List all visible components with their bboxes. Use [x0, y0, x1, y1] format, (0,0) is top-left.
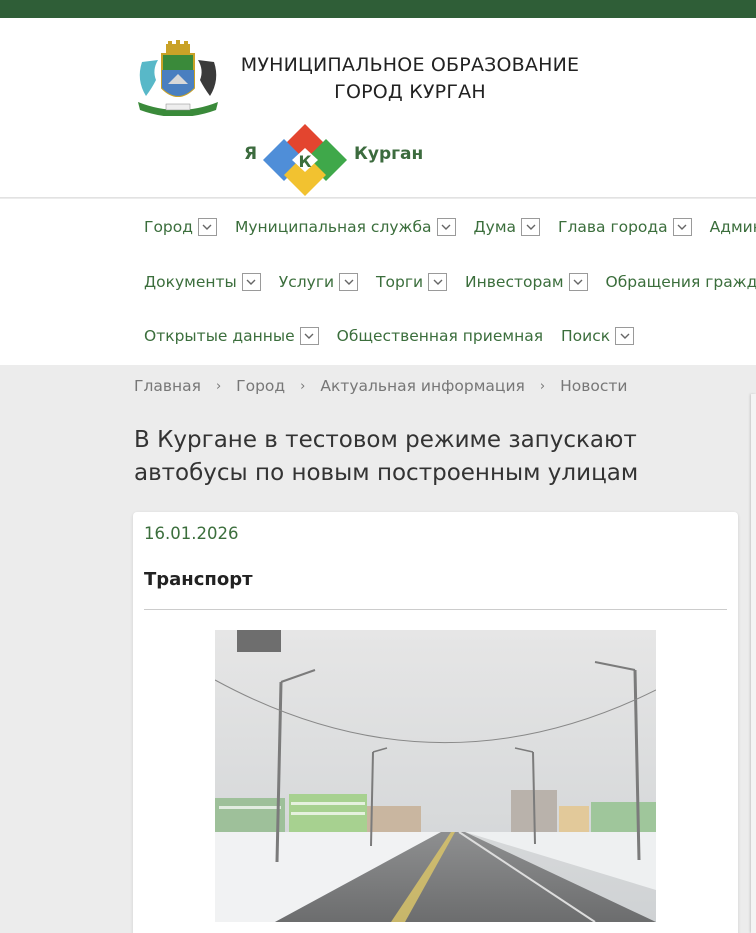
org-title[interactable]: МУНИЦИПАЛЬНОЕ ОБРАЗОВАНИЕ ГОРОД КУРГАН	[234, 52, 586, 106]
breadcrumb-separator: ›	[300, 378, 306, 394]
nav-item-city-head[interactable]: Глава города	[558, 218, 692, 236]
breadcrumb: Главная › Город › Актуальная информация …	[134, 377, 627, 395]
nav-item-duma[interactable]: Дума	[473, 218, 541, 236]
breadcrumb-home[interactable]: Главная	[134, 377, 201, 395]
chevron-down-icon[interactable]	[241, 273, 261, 291]
brand-word: Курган	[354, 144, 424, 164]
nav-item-label: Инвесторам	[465, 273, 564, 291]
nav-item-citizen-appeals[interactable]: Обращения граждан	[606, 273, 756, 291]
nav-item-label: Торги	[376, 273, 424, 291]
nav-item-label: Муниципальная служба	[234, 218, 432, 236]
article-card: 16.01.2026 Транспорт	[133, 512, 738, 933]
nav-item-label: Поиск	[561, 327, 611, 345]
chevron-down-icon[interactable]	[615, 327, 635, 345]
nav-item-label: Обращения граждан	[605, 273, 756, 291]
nav-item-label: Услуги	[278, 273, 335, 291]
nav-row-1: Город Муниципальная служба Дума Глава го…	[144, 215, 756, 239]
chevron-down-icon[interactable]	[436, 218, 456, 236]
article-category: Транспорт	[144, 569, 253, 590]
nav-item-open-data[interactable]: Открытые данные	[144, 327, 319, 345]
brand-prefix: Я	[244, 144, 258, 164]
nav-item-label: Админист	[709, 218, 756, 236]
org-title-line1: МУНИЦИПАЛЬНОЕ ОБРАЗОВАНИЕ	[240, 54, 580, 76]
nav-item-documents[interactable]: Документы	[144, 273, 261, 291]
article-date: 16.01.2026	[144, 524, 239, 543]
nav-item-administration[interactable]: Админист	[710, 218, 756, 236]
breadcrumb-separator: ›	[215, 378, 222, 394]
nav-row-3: Открытые данные Общественная приемная По…	[144, 324, 652, 348]
chevron-down-icon[interactable]	[339, 273, 359, 291]
main-nav: Город Муниципальная служба Дума Глава го…	[0, 199, 756, 365]
breadcrumb-separator: ›	[539, 378, 546, 394]
page-title: В Кургане в тестовом режиме запускают ав…	[134, 427, 639, 486]
site-header: МУНИЦИПАЛЬНОЕ ОБРАЗОВАНИЕ ГОРОД КУРГАН Я…	[0, 18, 756, 198]
chevron-down-icon[interactable]	[521, 218, 541, 236]
ya-kurgan-logo-icon[interactable]: К	[260, 122, 350, 198]
coat-of-arms-icon[interactable]	[132, 40, 224, 116]
nav-item-municipal-service[interactable]: Муниципальная служба	[235, 218, 456, 236]
nav-item-label: Открытые данные	[144, 327, 295, 345]
nav-item-label: Глава города	[558, 218, 668, 236]
chevron-down-icon[interactable]	[197, 218, 217, 236]
chevron-down-icon[interactable]	[672, 218, 692, 236]
nav-item-search[interactable]: Поиск	[561, 327, 635, 345]
nav-item-investors[interactable]: Инвесторам	[465, 273, 588, 291]
nav-item-label: Дума	[473, 218, 517, 236]
side-panel-edge	[751, 394, 756, 933]
nav-item-public-reception[interactable]: Общественная приемная	[337, 327, 543, 345]
nav-item-label: Документы	[144, 273, 237, 291]
breadcrumb-news[interactable]: Новости	[560, 377, 627, 395]
chevron-down-icon[interactable]	[568, 273, 588, 291]
nav-item-tenders[interactable]: Торги	[376, 273, 448, 291]
nav-item-gorod[interactable]: Город	[144, 218, 217, 236]
divider	[144, 609, 727, 610]
breadcrumb-city[interactable]: Город	[236, 377, 285, 395]
article-photo[interactable]	[215, 630, 656, 922]
svg-text:К: К	[298, 152, 311, 171]
chevron-down-icon[interactable]	[299, 327, 319, 345]
breadcrumb-current-info[interactable]: Актуальная информация	[320, 377, 525, 395]
chevron-down-icon[interactable]	[428, 273, 448, 291]
nav-row-2: Документы Услуги Торги Инвесторам Обраще…	[144, 270, 756, 294]
nav-item-label: Город	[144, 218, 193, 236]
nav-item-label: Общественная приемная	[336, 327, 544, 345]
org-title-line2: ГОРОД КУРГАН	[334, 81, 486, 103]
nav-item-services[interactable]: Услуги	[278, 273, 359, 291]
top-bar	[0, 0, 756, 18]
